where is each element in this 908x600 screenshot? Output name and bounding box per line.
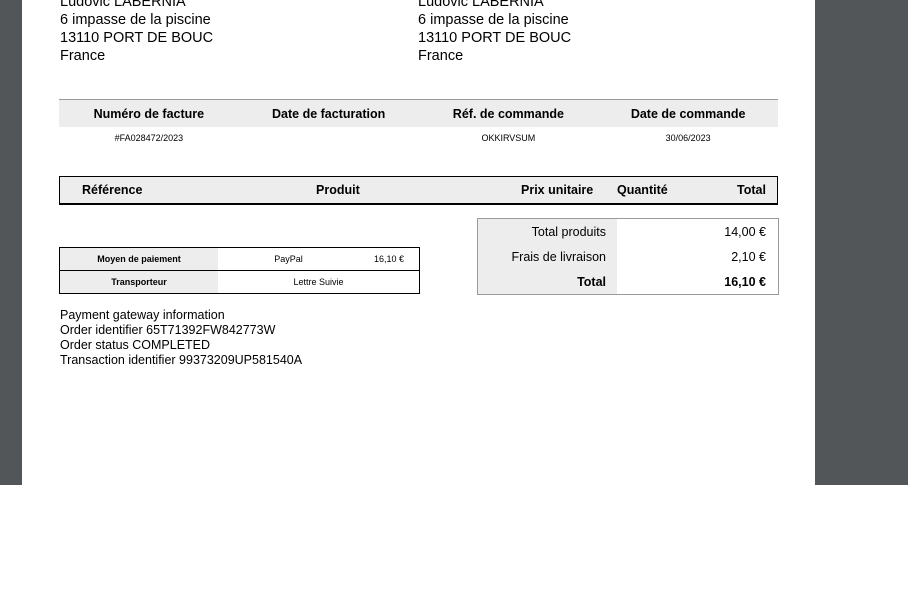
delivery-country: France [418, 48, 464, 64]
billing-country: France [60, 48, 106, 64]
gateway-order-id: Order identifier 65T71392FW842773W [60, 323, 276, 337]
order-date: 30/06/2023 [665, 133, 711, 143]
billing-name: Ludovic LABERNIA [60, 0, 186, 10]
header-order-ref: Réf. de commande [452, 106, 564, 121]
grand-total-label: Total [478, 269, 617, 294]
delivery-name: Ludovic LABERNIA [418, 0, 544, 10]
products-table-header: Référence Produit Prix unitaire Quantité… [59, 176, 778, 205]
shipping-value: 2,10 € [731, 249, 766, 264]
total-products-value: 14,00 € [724, 224, 766, 239]
gateway-title: Payment gateway information [60, 308, 225, 322]
shipping-row: Frais de livraison 2,10 € [478, 244, 778, 269]
col-unit-price: Prix unitaire [521, 183, 594, 197]
invoice-info-row: #FA028472/2023 OKKIRVSUM 30/06/2023 [59, 127, 778, 149]
gateway-order-status: Order status COMPLETED [60, 338, 211, 352]
header-invoice-number: Numéro de facture [93, 106, 205, 121]
invoice-info-table: Numéro de facture Date de facturation Ré… [59, 99, 778, 149]
billing-city: 13110 PORT DE BOUC [60, 30, 214, 46]
invoice-page: Ludovic LABERNIA 6 impasse de la piscine… [22, 0, 815, 485]
carrier-value: Lettre Suivie [293, 277, 344, 287]
shipping-label: Frais de livraison [478, 244, 617, 269]
billing-street: 6 impasse de la piscine [60, 12, 211, 28]
payment-method-amount: 16,10 € [373, 254, 405, 264]
payment-method-value: PayPal [274, 254, 303, 264]
delivery-street: 6 impasse de la piscine [418, 12, 569, 28]
grand-total-value: 16,10 € [724, 274, 766, 289]
billing-address: Ludovic LABERNIA 6 impasse de la piscine… [60, 0, 213, 65]
invoice-info-header: Numéro de facture Date de facturation Ré… [59, 99, 778, 127]
delivery-city: 13110 PORT DE BOUC [418, 30, 572, 46]
col-reference: Référence [82, 183, 143, 197]
col-total: Total [737, 183, 766, 197]
payment-gateway-info: Payment gateway information Order identi… [60, 308, 302, 368]
total-products-row: Total produits 14,00 € [478, 219, 778, 244]
payment-method-row: Moyen de paiement PayPal 16,10 € [60, 248, 419, 270]
carrier-label: Transporteur [60, 271, 218, 293]
total-products-label: Total produits [478, 219, 617, 244]
invoice-number: #FA028472/2023 [114, 133, 184, 143]
delivery-address: Ludovic LABERNIA 6 impasse de la piscine… [418, 0, 571, 65]
payment-table: Moyen de paiement PayPal 16,10 € Transpo… [59, 247, 420, 294]
gateway-transaction-id: Transaction identifier 99373209UP581540A [60, 353, 303, 367]
grand-total-row: Total 16,10 € [478, 269, 778, 294]
totals-table: Total produits 14,00 € Frais de livraiso… [477, 218, 779, 295]
header-order-date: Date de commande [630, 106, 746, 121]
carrier-row: Transporteur Lettre Suivie [60, 270, 419, 293]
payment-method-label: Moyen de paiement [60, 248, 218, 270]
order-ref: OKKIRVSUM [481, 133, 536, 143]
col-product: Produit [316, 183, 360, 197]
header-invoice-date: Date de facturation [272, 106, 386, 121]
col-quantity: Quantité [617, 183, 668, 197]
